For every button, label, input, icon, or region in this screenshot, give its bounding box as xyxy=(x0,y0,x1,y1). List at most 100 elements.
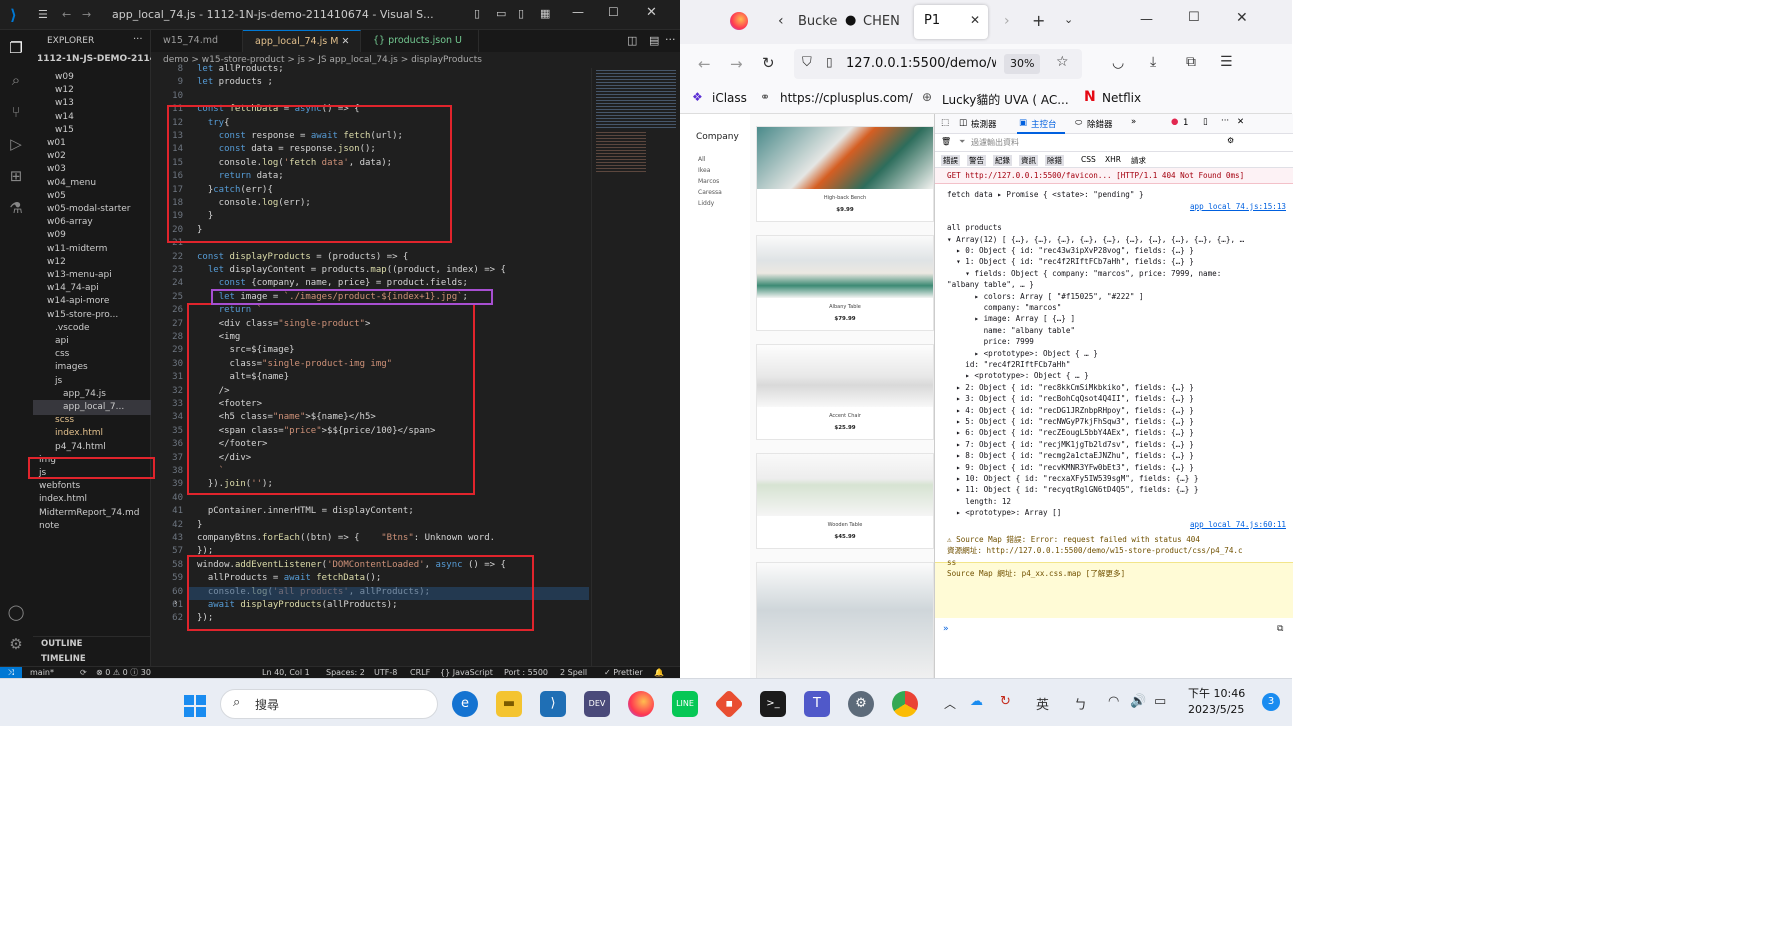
split-editor-icon[interactable]: ◫ xyxy=(627,34,637,47)
explorer-icon[interactable]: ❐ xyxy=(6,38,26,58)
tab-chen[interactable]: CHEN xyxy=(863,14,900,29)
trash-icon[interactable]: 🗑 xyxy=(941,137,951,146)
clock-date[interactable]: 2023/5/25 xyxy=(1188,703,1244,716)
console-line[interactable]: app_local_74.js:60:11 xyxy=(1190,519,1286,530)
type-css[interactable]: CSS xyxy=(1081,155,1096,164)
teams-icon[interactable]: T xyxy=(804,691,830,717)
responsive-mode-icon[interactable]: ▯ xyxy=(1203,117,1208,127)
error-count[interactable]: 1 xyxy=(1183,118,1188,128)
maximize-icon[interactable]: ☐ xyxy=(1188,10,1200,25)
code-line[interactable]: const displayProducts = (products) => { xyxy=(197,251,408,264)
volume-icon[interactable]: 🔊 xyxy=(1130,694,1146,709)
product-card[interactable]: Accent Chair $25.99 xyxy=(756,344,934,440)
tab-close-icon[interactable]: ✕ xyxy=(970,13,980,27)
level-errors[interactable]: 錯誤 xyxy=(941,155,960,166)
shield-icon[interactable]: ⛉ xyxy=(802,55,812,70)
bookmark-cplusplus[interactable]: https://cplusplus.com/ xyxy=(780,91,913,105)
url-text[interactable]: 127.0.0.1:5500/demo/w1 xyxy=(846,56,996,71)
tab-app-local-js[interactable]: app_local_74.js M ✕ xyxy=(243,30,361,52)
company-filter-button[interactable]: Ikea xyxy=(698,167,710,174)
filter-input[interactable]: 過濾輸出資料 xyxy=(971,137,1019,148)
customize-layout-icon[interactable]: ▦ xyxy=(540,7,550,20)
source-control-icon[interactable]: ⑂ xyxy=(6,102,26,122)
tab-scroll-left-icon[interactable]: ‹ xyxy=(778,13,784,29)
search-icon[interactable]: ⌕ xyxy=(6,70,26,90)
panel-toggle-icon[interactable]: ▭ xyxy=(496,7,506,20)
more-icon[interactable]: ··· xyxy=(665,33,676,46)
forward-arrow-icon[interactable]: → xyxy=(82,8,91,21)
devtools-menu-icon[interactable]: ··· xyxy=(1221,116,1229,126)
tab-p1-active[interactable]: P1 ✕ xyxy=(914,5,988,39)
outline-section[interactable]: OUTLINE xyxy=(41,639,82,649)
terminal-icon[interactable]: >_ xyxy=(760,691,786,717)
minimize-icon[interactable]: — xyxy=(1140,12,1153,27)
tab-w15-md[interactable]: w15_74.md xyxy=(151,30,243,52)
tab-debugger[interactable]: 除錯器 xyxy=(1087,118,1113,130)
taskbar-search[interactable]: ⌕ 搜尋 xyxy=(220,689,438,719)
url-bar[interactable]: ⛉ ▯ 127.0.0.1:5500/demo/w1 30% ☆ xyxy=(794,49,1082,79)
new-tab-icon[interactable]: + xyxy=(1032,11,1045,30)
product-card[interactable]: Wooden Table $45.99 xyxy=(756,453,934,549)
close-icon[interactable]: ✕ xyxy=(646,5,657,20)
close-icon[interactable]: ✕ xyxy=(1236,10,1248,26)
reload-icon[interactable]: ↻ xyxy=(762,54,775,72)
tab-list-chevron-icon[interactable]: ⌄ xyxy=(1064,13,1073,26)
product-card[interactable]: High-back Bench $9.99 xyxy=(756,126,934,222)
sidebar-toggle-icon[interactable]: ▯ xyxy=(518,7,524,20)
level-info[interactable]: 資訊 xyxy=(1019,155,1038,166)
git-icon[interactable]: ◆ xyxy=(714,689,744,719)
menu-icon[interactable]: ☰ xyxy=(38,8,48,21)
line-icon[interactable]: LINE xyxy=(672,691,698,717)
minimap[interactable] xyxy=(591,68,680,666)
sync-tray-icon[interactable]: ↻ xyxy=(1000,694,1011,709)
console-input-prompt[interactable]: » xyxy=(935,624,1293,638)
firefox-taskbar-icon[interactable] xyxy=(628,691,654,717)
onedrive-icon[interactable]: ☁ xyxy=(970,694,983,709)
notification-badge[interactable]: 3 xyxy=(1262,693,1280,711)
minimize-icon[interactable]: — xyxy=(572,5,584,19)
settings-icon[interactable]: ⚙ xyxy=(848,691,874,717)
bookmark-star-icon[interactable]: ☆ xyxy=(1056,54,1069,70)
settings-gear-icon[interactable]: ⚙ xyxy=(6,634,26,654)
code-line[interactable]: let displayContent = products.map((produ… xyxy=(197,264,506,277)
remote-icon[interactable]: ⤨ xyxy=(0,667,22,678)
battery-icon[interactable]: ▭ xyxy=(1154,694,1166,709)
edge-icon[interactable]: e xyxy=(452,691,478,717)
level-warnings[interactable]: 警告 xyxy=(967,155,986,166)
console-line[interactable]: app_local_74.js:15:13 xyxy=(1190,201,1286,212)
vscode-taskbar-icon[interactable]: ⟩ xyxy=(540,691,566,717)
bookmark-iclass[interactable]: iClass xyxy=(712,91,747,105)
extensions-icon[interactable]: ⊞ xyxy=(6,166,26,186)
tray-overflow-icon[interactable]: ︿ xyxy=(944,695,956,712)
pick-element-icon[interactable]: ⬚ xyxy=(941,118,949,128)
console-settings-icon[interactable]: ⚙ xyxy=(1227,136,1234,145)
bookmark-netflix[interactable]: Netflix xyxy=(1102,91,1141,105)
start-icon[interactable] xyxy=(184,695,206,717)
extensions-icon[interactable]: ⧉ xyxy=(1186,54,1196,70)
more-actions-icon[interactable]: ··· xyxy=(133,34,143,45)
bookmark-uva[interactable]: Lucky貓的 UVA ( AC... xyxy=(942,91,1069,108)
level-debug[interactable]: 除錯 xyxy=(1045,155,1064,166)
company-filter-button[interactable]: Marcos xyxy=(698,178,719,185)
download-icon[interactable]: ⤓ xyxy=(1150,54,1156,70)
type-xhr[interactable]: XHR xyxy=(1105,155,1121,164)
tab-products-json[interactable]: {} products.json U xyxy=(361,30,479,52)
pocket-icon[interactable]: ◡ xyxy=(1112,55,1124,71)
account-icon[interactable]: ◯ xyxy=(6,602,26,622)
back-icon[interactable]: ← xyxy=(698,55,711,73)
zoom-level[interactable]: 30% xyxy=(1004,54,1041,74)
company-filter-button[interactable]: Liddy xyxy=(698,200,714,207)
run-debug-icon[interactable]: ▷ xyxy=(6,134,26,154)
type-requests[interactable]: 請求 xyxy=(1131,155,1146,166)
more-tools-icon[interactable]: » xyxy=(1131,117,1136,127)
company-filter-button[interactable]: Caressa xyxy=(698,189,722,196)
wifi-icon[interactable]: ◠ xyxy=(1108,694,1119,709)
toggle-panel-icon[interactable]: ▤ xyxy=(649,34,659,47)
maximize-icon[interactable]: ☐ xyxy=(608,5,619,19)
layout-toggle-icon[interactable]: ▯ xyxy=(474,7,480,20)
product-card[interactable]: Albany Table $79.99 xyxy=(756,235,934,331)
product-card[interactable] xyxy=(756,562,934,678)
timeline-section[interactable]: TIMELINE xyxy=(41,654,86,664)
tab-console[interactable]: 主控台 xyxy=(1031,118,1057,130)
company-filter-button[interactable]: All xyxy=(698,156,705,163)
